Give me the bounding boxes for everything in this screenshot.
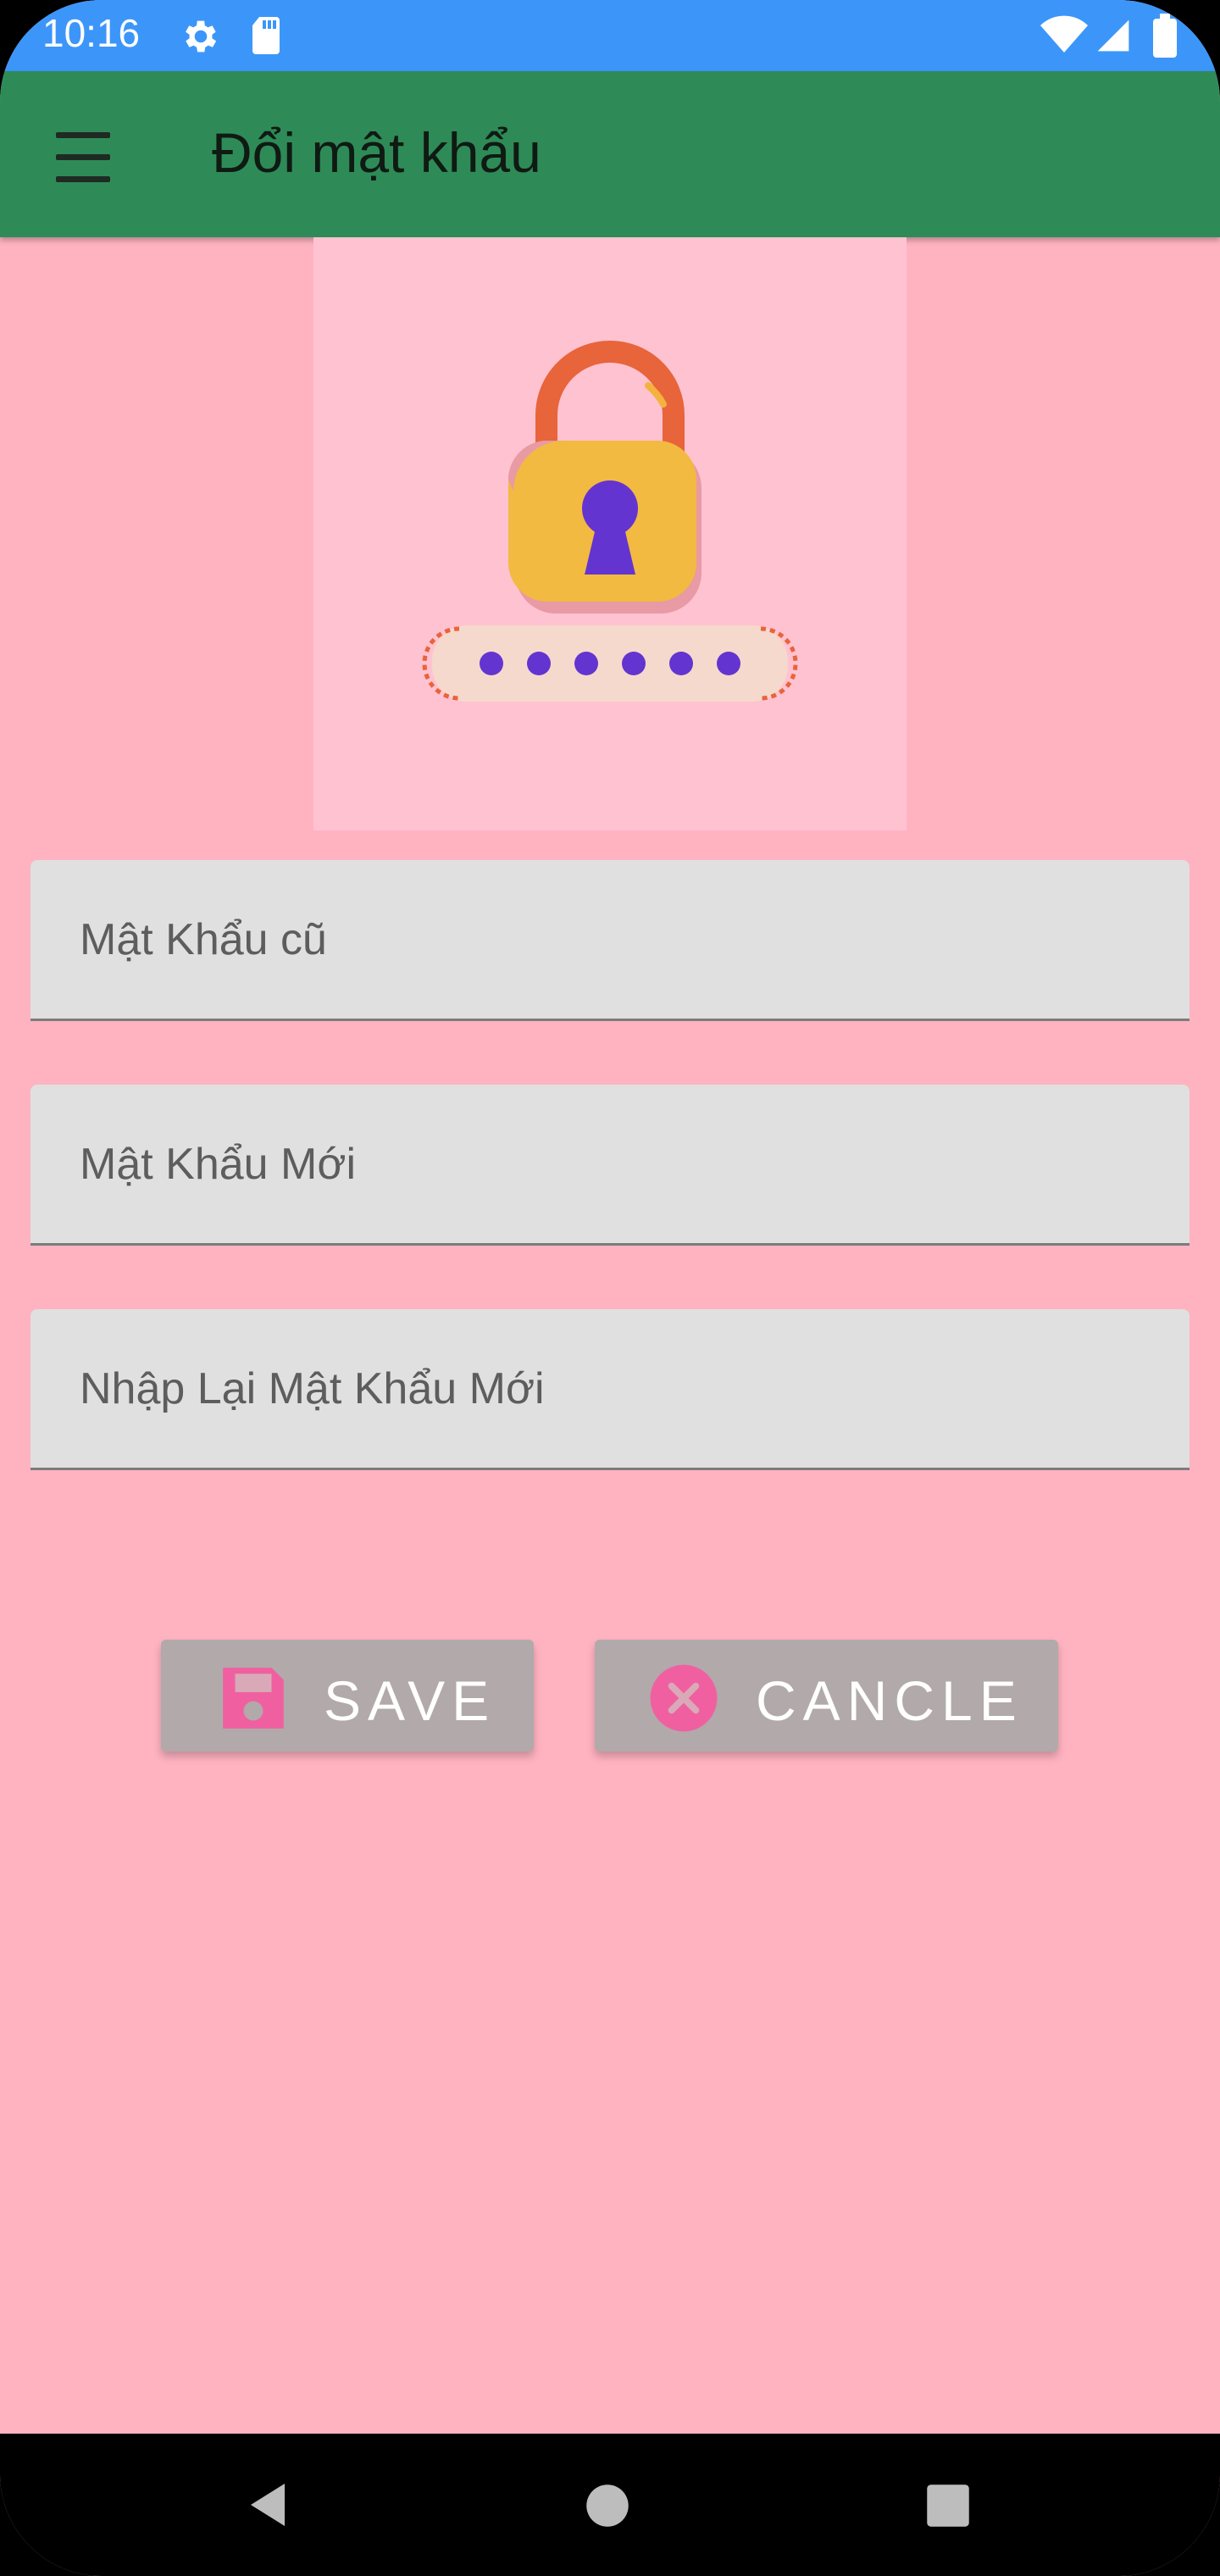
confirm-password-field[interactable]	[30, 1309, 1190, 1470]
status-time: 10:16	[42, 11, 141, 55]
battery-icon	[1153, 14, 1177, 58]
new-password-input[interactable]	[78, 1085, 1149, 1244]
status-bar: 10:16	[0, 0, 1220, 71]
home-icon[interactable]	[585, 2483, 630, 2529]
sd-card-icon	[252, 17, 280, 54]
floppy-disk-icon	[223, 1668, 284, 1729]
system-nav-bar	[0, 2434, 1220, 2576]
change-password-screen: 10:16 Đổi mật khẩu SAVE CANCLE	[0, 0, 1220, 2576]
back-icon[interactable]	[242, 2479, 293, 2530]
confirm-password-input[interactable]	[78, 1309, 1149, 1468]
cancel-button-label: CANCLE	[756, 1669, 1023, 1732]
page-title: Đổi mật khẩu	[212, 121, 541, 184]
new-password-field[interactable]	[30, 1085, 1190, 1246]
recent-apps-icon[interactable]	[925, 2483, 971, 2529]
save-button-label: SAVE	[324, 1669, 496, 1732]
wifi-icon	[1040, 15, 1088, 53]
password-illustration	[313, 237, 907, 830]
app-bar: Đổi mật khẩu	[0, 71, 1220, 237]
old-password-input[interactable]	[78, 860, 1149, 1019]
password-lock-icon	[422, 341, 798, 702]
gear-icon	[186, 20, 217, 53]
signal-icon	[1097, 19, 1129, 52]
save-button[interactable]: SAVE	[161, 1640, 534, 1752]
cancel-button[interactable]: CANCLE	[595, 1640, 1058, 1752]
cancel-circle-icon	[650, 1664, 718, 1732]
old-password-field[interactable]	[30, 860, 1190, 1021]
hamburger-menu-icon[interactable]	[46, 124, 122, 192]
